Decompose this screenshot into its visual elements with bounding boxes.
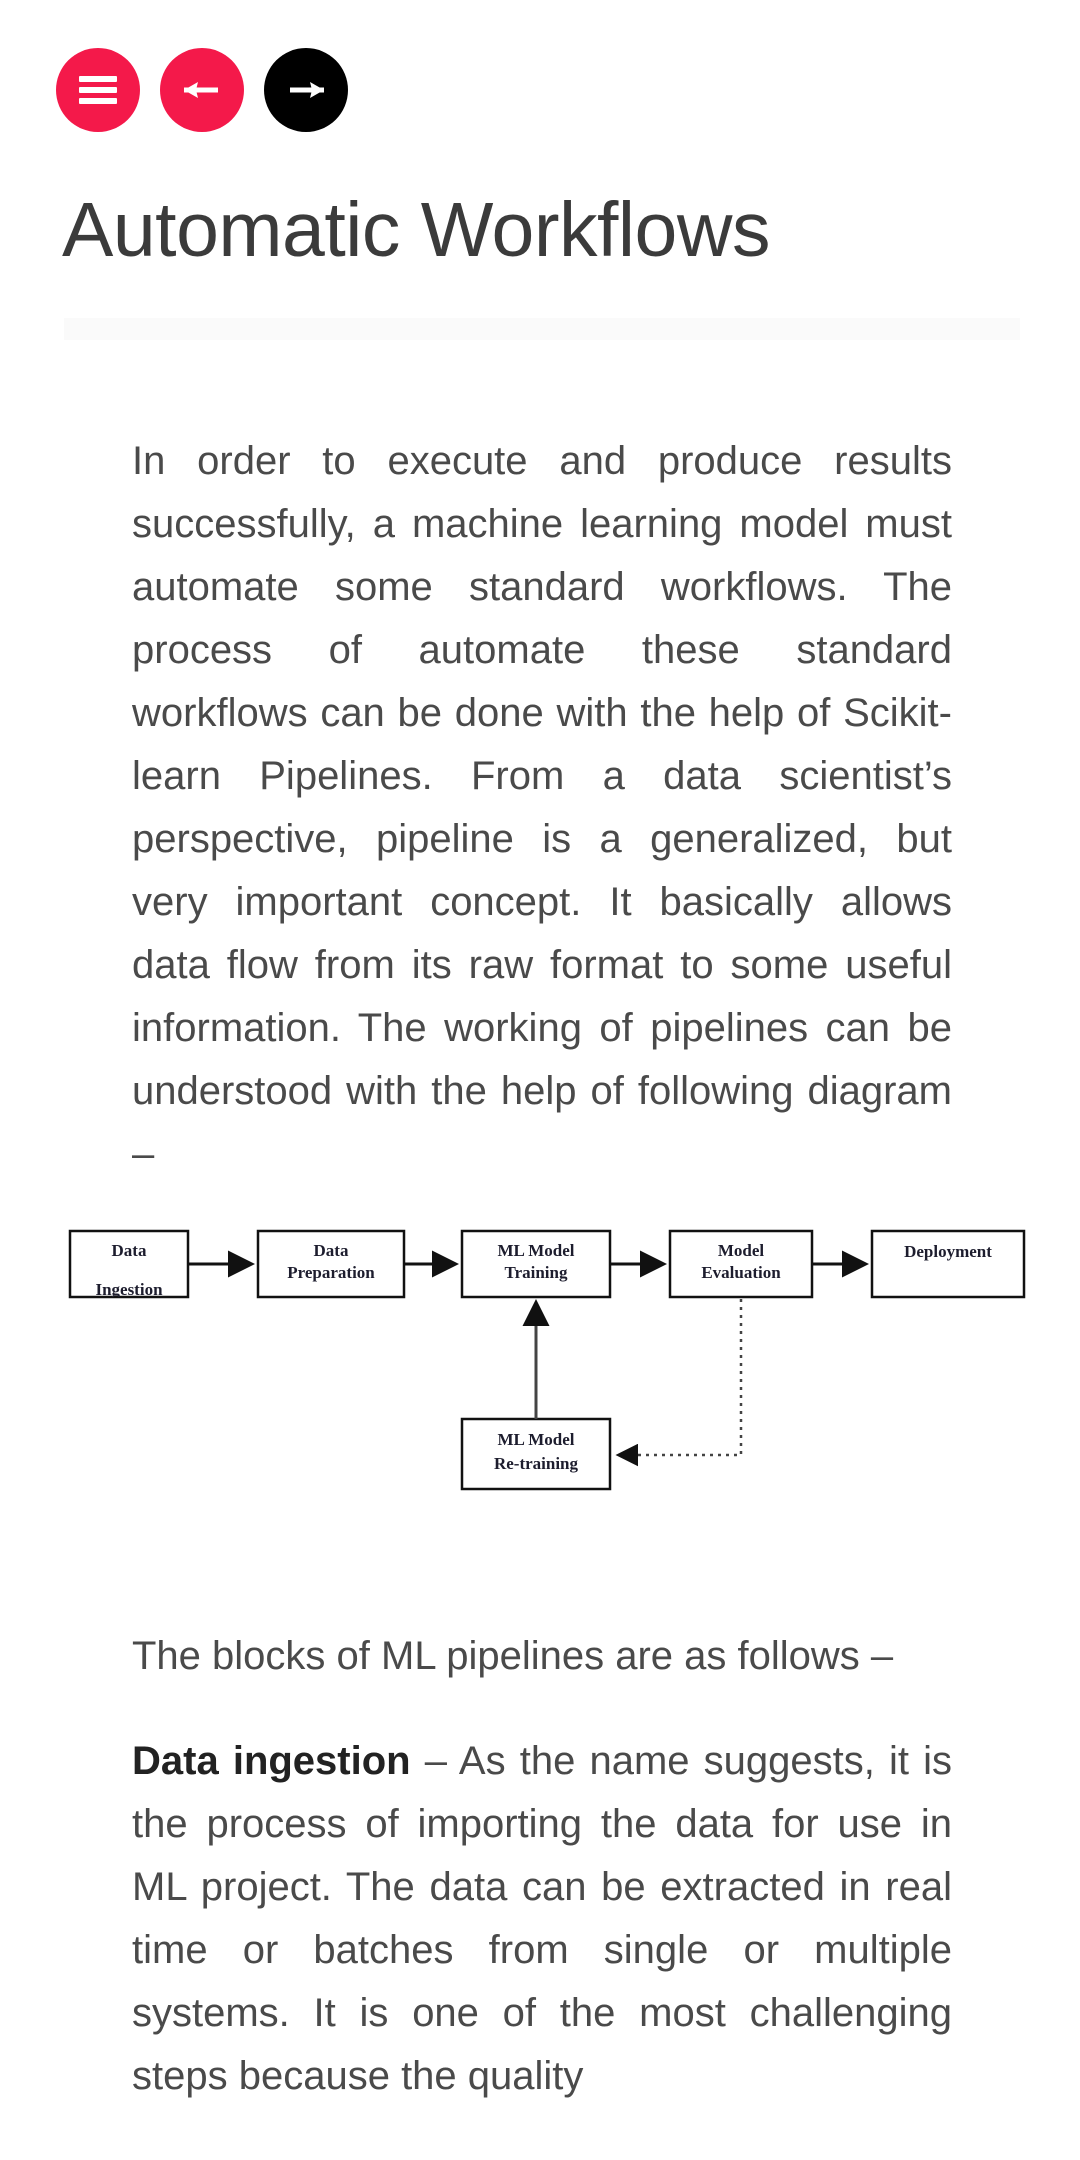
diagram-node-label: Data <box>112 1241 147 1260</box>
diagram-node-data-preparation: Data Preparation <box>256 1229 406 1299</box>
next-page-button[interactable] <box>264 48 348 132</box>
diagram-node-ml-model-retraining: ML Model Re-training <box>460 1417 612 1491</box>
diagram-node-deployment: Deployment <box>870 1229 1026 1299</box>
diagram-node-label: Evaluation <box>701 1263 781 1282</box>
previous-page-button[interactable] <box>160 48 244 132</box>
diagram-node-label: Model <box>718 1241 765 1260</box>
intro-paragraph: In order to execute and produce results … <box>132 439 952 1176</box>
data-ingestion-body: – As the name suggests, it is the proces… <box>132 1739 952 2098</box>
diagram-node-label: Deployment <box>904 1242 992 1261</box>
diagram-node-label: Training <box>505 1263 568 1282</box>
diagram-node-label: Preparation <box>287 1263 375 1282</box>
diagram-node-label: ML Model <box>498 1241 575 1260</box>
article-content: In order to execute and produce results … <box>132 430 952 1186</box>
top-toolbar <box>56 48 348 132</box>
diagram-node-label: Ingestion <box>95 1280 163 1299</box>
article-content-lower: The blocks of ML pipelines are as follow… <box>132 1625 952 2108</box>
data-ingestion-heading: Data ingestion <box>132 1739 411 1783</box>
diagram-edge-evaluation-retraining <box>615 1299 743 1467</box>
arrow-left-icon <box>184 82 218 98</box>
arrow-right-icon <box>290 82 324 98</box>
page-title: Automatic Workflows <box>62 187 770 273</box>
diagram-node-data-ingestion: Data Ingestion <box>68 1229 190 1299</box>
data-ingestion-paragraph: Data ingestion – As the name suggests, i… <box>132 1730 952 2108</box>
ml-pipeline-diagram-svg: Data Ingestion Data Preparation ML Model… <box>68 1229 1026 1491</box>
diagram-node-ml-model-training: ML Model Training <box>460 1229 612 1299</box>
ml-pipeline-diagram: Data Ingestion Data Preparation ML Model… <box>56 1195 1056 1515</box>
blocks-intro-paragraph: The blocks of ML pipelines are as follow… <box>132 1634 894 1678</box>
divider-strip <box>64 318 1020 340</box>
menu-button[interactable] <box>56 48 140 132</box>
diagram-node-model-evaluation: Model Evaluation <box>668 1229 814 1299</box>
hamburger-icon <box>79 76 117 104</box>
diagram-node-label: Data <box>314 1241 349 1260</box>
diagram-node-label: ML Model <box>498 1430 575 1449</box>
diagram-node-label: Re-training <box>494 1454 579 1473</box>
